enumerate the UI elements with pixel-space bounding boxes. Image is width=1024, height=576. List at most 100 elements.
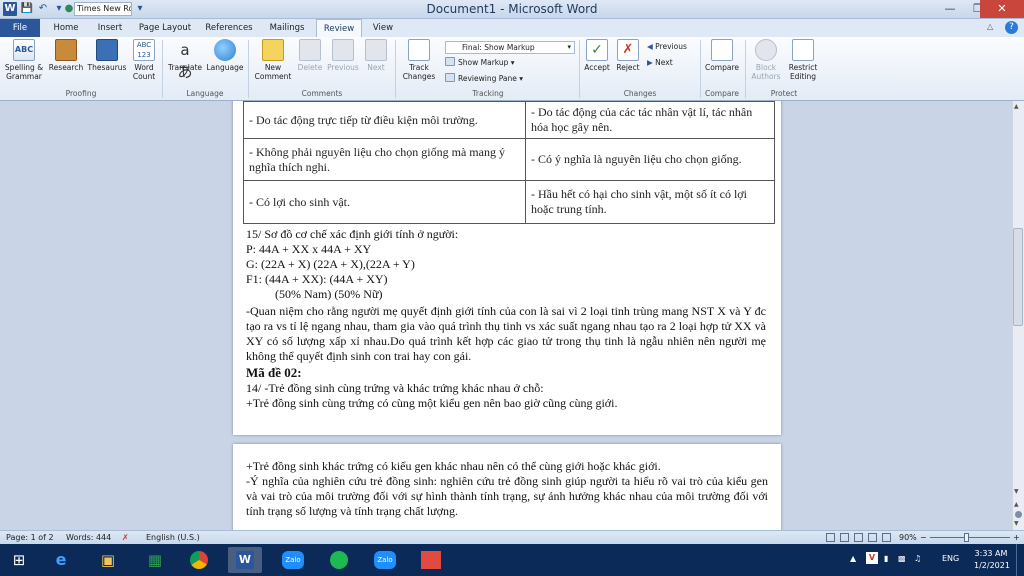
draft-view-icon[interactable]: [882, 533, 891, 542]
question-15-title[interactable]: 15/ Sơ đồ cơ chế xác định giới tính ở ng…: [246, 227, 458, 242]
spelling-grammar-button[interactable]: ABC Spelling & Grammar: [2, 39, 46, 81]
save-icon[interactable]: 💾: [20, 2, 34, 16]
undo-icon[interactable]: ↶: [36, 2, 50, 16]
document-page-2[interactable]: +Trẻ đồng sinh khác trứng có kiểu gen kh…: [233, 444, 781, 530]
customize-toolbar-icon[interactable]: ▾: [133, 2, 147, 16]
table-cell[interactable]: - Do tác động của các tác nhân vật lí, t…: [525, 101, 775, 139]
thesaurus-button[interactable]: Thesaurus: [86, 39, 128, 72]
file-explorer-icon[interactable]: ▣: [91, 547, 125, 573]
tab-mailings[interactable]: Mailings: [262, 19, 312, 37]
sex-determination-paragraph[interactable]: -Quan niệm cho rằng người mẹ quyết định …: [246, 304, 766, 364]
web-layout-icon[interactable]: [854, 533, 863, 542]
accept-button[interactable]: ✓ Accept: [582, 39, 612, 72]
cross-p-line[interactable]: P: 44A + XX x 44A + XY: [246, 242, 371, 257]
language-indicator[interactable]: English (U.S.): [146, 531, 200, 544]
zoom-slider[interactable]: [930, 537, 1010, 538]
internet-explorer-icon[interactable]: e: [44, 547, 78, 573]
word-app-icon[interactable]: W: [3, 2, 17, 16]
table-cell[interactable]: - Do tác động trực tiếp từ điều kiện môi…: [243, 101, 526, 139]
tab-file[interactable]: File: [0, 19, 40, 37]
question-14-line[interactable]: 14/ -Trẻ đồng sinh cùng trứng và khác tr…: [246, 381, 544, 396]
document-area[interactable]: - Do tác động trực tiếp từ điều kiện môi…: [0, 101, 1012, 530]
authors-label: Authors: [751, 72, 781, 81]
minimize-button[interactable]: —: [936, 0, 964, 18]
fraternal-twins-line[interactable]: +Trẻ đồng sinh khác trứng có kiểu gen kh…: [246, 459, 661, 474]
document-page-1[interactable]: - Do tác động trực tiếp từ điều kiện môi…: [233, 101, 781, 435]
clock-time[interactable]: 3:33 AM: [974, 549, 1008, 558]
zalo-icon[interactable]: Zalo: [276, 547, 310, 573]
previous-page-icon[interactable]: ▲: [1014, 501, 1019, 508]
windows-start-icon[interactable]: ⊞: [2, 547, 36, 573]
zoom-out-icon[interactable]: −: [920, 531, 927, 544]
table-cell[interactable]: - Có lợi cho sinh vật.: [243, 180, 526, 224]
minimize-ribbon-icon[interactable]: △: [987, 22, 999, 34]
store-icon[interactable]: ▦: [138, 547, 172, 573]
tab-references[interactable]: References: [200, 19, 258, 37]
next-page-icon[interactable]: ▼: [1014, 520, 1019, 527]
compare-documents-icon: [711, 39, 733, 61]
previous-comment-button[interactable]: Previous: [326, 39, 360, 72]
show-hidden-icons[interactable]: ▲: [850, 554, 856, 563]
word-count[interactable]: Words: 444: [66, 531, 111, 544]
scroll-up-icon[interactable]: ▲: [1014, 103, 1019, 110]
chrome-icon[interactable]: [182, 547, 216, 573]
restrict-editing-button[interactable]: Restrict Editing: [786, 39, 820, 81]
delete-comment-button[interactable]: Delete: [295, 39, 325, 72]
display-for-review-dropdown[interactable]: Final: Show Markup ▾: [445, 41, 575, 54]
browse-object-icon[interactable]: [1015, 511, 1022, 518]
close-button[interactable]: ✕: [980, 0, 1024, 18]
font-name-box[interactable]: Times New Ro: [74, 2, 132, 16]
network-icon[interactable]: ▩: [898, 554, 906, 563]
f1-line[interactable]: F1: (44A + XX): (44A + XY): [246, 272, 388, 287]
show-markup-button[interactable]: Show Markup ▾: [445, 57, 515, 68]
scrollbar-thumb[interactable]: [1013, 228, 1023, 326]
full-screen-reading-icon[interactable]: [840, 533, 849, 542]
tab-page-layout[interactable]: Page Layout: [134, 19, 196, 37]
input-language[interactable]: ENG: [942, 554, 959, 563]
zoom-slider-thumb[interactable]: [964, 533, 969, 542]
next-change-button[interactable]: ▶ Next: [647, 57, 673, 68]
table-cell[interactable]: - Hầu hết có hại cho sinh vật, một số ít…: [525, 180, 775, 224]
gamete-line[interactable]: G: (22A + X) (22A + X),(22A + Y): [246, 257, 415, 272]
zoom-level[interactable]: 90%: [899, 531, 917, 544]
show-desktop-button[interactable]: [1016, 544, 1024, 576]
tray-app-icon[interactable]: V: [866, 552, 878, 564]
translate-button[interactable]: aあ Translate: [165, 39, 205, 81]
word-taskbar-icon[interactable]: W: [228, 547, 262, 573]
reject-button[interactable]: ✗ Reject: [614, 39, 642, 72]
tab-insert[interactable]: Insert: [90, 19, 130, 37]
zoom-in-icon[interactable]: +: [1013, 531, 1020, 544]
outline-view-icon[interactable]: [868, 533, 877, 542]
proofing-errors-icon[interactable]: ✗: [122, 531, 129, 544]
next-comment-button[interactable]: Next: [362, 39, 390, 72]
language-button[interactable]: Language: [205, 39, 245, 72]
block-authors-button[interactable]: Block Authors: [748, 39, 784, 81]
track-changes-button[interactable]: Track Changes: [398, 39, 440, 81]
clock-date[interactable]: 1/2/2021: [974, 561, 1010, 570]
twin-research-paragraph[interactable]: -Ý nghĩa của nghiên cứu trẻ đồng sinh: n…: [246, 474, 768, 519]
group-label-tracking: Tracking: [472, 89, 504, 98]
reviewing-pane-button[interactable]: Reviewing Pane ▾: [445, 73, 523, 84]
page-count[interactable]: Page: 1 of 2: [6, 531, 54, 544]
table-cell[interactable]: - Có ý nghĩa là nguyên liệu cho chọn giố…: [525, 138, 775, 181]
volume-icon[interactable]: ♫: [914, 554, 921, 563]
print-layout-icon[interactable]: [826, 533, 835, 542]
tab-home[interactable]: Home: [46, 19, 86, 37]
word-count-button[interactable]: ABC 123 Word Count: [128, 39, 160, 81]
table-cell[interactable]: - Không phải nguyên liệu cho chọn giống …: [243, 138, 526, 181]
pdf-reader-icon[interactable]: [414, 547, 448, 573]
compare-button[interactable]: Compare: [703, 39, 741, 72]
zalo-secondary-icon[interactable]: Zalo: [368, 547, 402, 573]
tab-view[interactable]: View: [366, 19, 400, 37]
sex-ratio-line[interactable]: (50% Nam) (50% Nữ): [275, 287, 382, 302]
identical-twins-line[interactable]: +Trẻ đồng sinh cùng trứng có cùng một ki…: [246, 396, 617, 411]
exam-code-heading[interactable]: Mã đề 02:: [246, 365, 302, 380]
spotify-icon[interactable]: [322, 547, 356, 573]
previous-change-button[interactable]: ◀ Previous: [647, 41, 687, 52]
research-button[interactable]: Research: [46, 39, 86, 72]
help-icon[interactable]: ?: [1005, 21, 1018, 34]
tab-review[interactable]: Review: [316, 19, 362, 37]
scroll-down-icon[interactable]: ▼: [1014, 488, 1019, 495]
new-comment-button[interactable]: New Comment: [252, 39, 294, 81]
battery-icon[interactable]: ▮: [884, 554, 888, 563]
